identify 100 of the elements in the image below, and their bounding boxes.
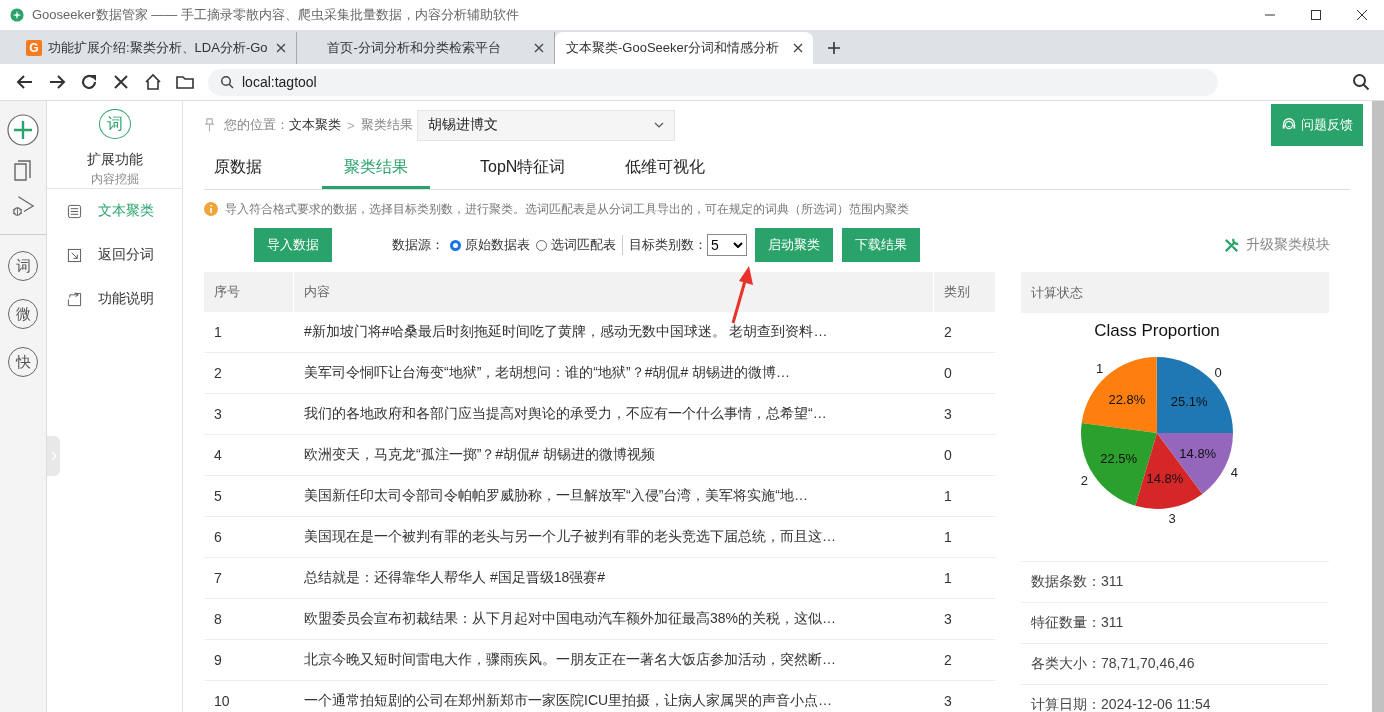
search-icon[interactable] bbox=[1352, 73, 1370, 91]
stat-text: 特征数量：311 bbox=[1021, 602, 1329, 643]
app-logo-icon bbox=[10, 8, 24, 22]
table-cell-text: 0 bbox=[943, 447, 953, 463]
tab-title: 文本聚类-GooSeeker分词和情感分析 bbox=[565, 39, 781, 57]
tab-title: 功能扩展介绍:聚类分析、LDA分析-Go bbox=[48, 39, 268, 57]
reload-icon[interactable] bbox=[80, 73, 98, 91]
breadcrumb-separator: > bbox=[347, 117, 355, 133]
source-radio[interactable]: 选词匹配表 bbox=[536, 236, 616, 254]
chart-title: Class Proportion bbox=[1094, 321, 1220, 340]
breadcrumb-link[interactable]: 文本聚类 bbox=[289, 116, 341, 134]
close-icon[interactable] bbox=[533, 43, 544, 53]
favicon-icon: G bbox=[26, 40, 42, 56]
scrollbar[interactable] bbox=[1372, 101, 1384, 712]
content-tab[interactable]: 原数据 bbox=[204, 149, 272, 189]
collapse-handle[interactable] bbox=[47, 436, 60, 476]
table-cell-text: 美国现在是一个被判有罪的老头与另一个儿子被判有罪的老头竞选下届总统，而且这… bbox=[303, 528, 837, 546]
folder-icon[interactable] bbox=[176, 73, 194, 91]
shrink-icon bbox=[67, 247, 82, 263]
sidebar-item[interactable]: 功能说明 bbox=[47, 277, 182, 321]
stat-text: 计算日期：2024-12-06 11:54 bbox=[1021, 684, 1329, 712]
source-radio[interactable]: 原始数据表 bbox=[450, 236, 530, 254]
maximize-icon[interactable] bbox=[1310, 9, 1322, 21]
content-tab[interactable]: 低维可视化 bbox=[615, 149, 716, 189]
slice-value: 14.8% bbox=[1179, 446, 1217, 462]
table-cell-text: 3 bbox=[943, 611, 953, 627]
breadcrumb-label: 您的位置： bbox=[224, 116, 289, 134]
column-header: 类别 bbox=[934, 272, 996, 312]
table-cell-text: 一个通常拍短剧的公司在郑州新郑市一家医院ICU里拍摄，让病人家属哭的声音小点… bbox=[303, 692, 834, 710]
notice-text: 导入符合格式要求的数据，选择目标类别数，进行聚类。选词匹配表是从分词工具导出的，可在规定的词典（所选词）范围内聚类 bbox=[225, 200, 909, 218]
plus-icon[interactable] bbox=[826, 41, 841, 55]
table-cell-text: 欧盟委员会宣布初裁结果：从下月起对中国电动汽车额外加征最高38%的关税，这似… bbox=[303, 610, 838, 628]
class-count-select[interactable]: 5 bbox=[707, 234, 747, 256]
table-cell-text: 我们的各地政府和各部门应当提高对舆论的承受力，不应有一个什么事情，总希望“… bbox=[303, 405, 828, 423]
table-cell-text: 3 bbox=[213, 406, 223, 422]
back-icon[interactable] bbox=[16, 73, 34, 91]
browser-tab[interactable]: 文本聚类-GooSeeker分词和情感分析 bbox=[554, 32, 813, 64]
module-title: 扩展功能 bbox=[86, 151, 143, 169]
table-cell-text: 7 bbox=[213, 570, 223, 586]
sidebar-item[interactable]: 返回分词 bbox=[47, 233, 182, 277]
slice-label: 0 bbox=[1214, 364, 1222, 380]
chevron-down-icon bbox=[733, 242, 743, 248]
address-field[interactable]: local:tagtool bbox=[208, 68, 1218, 96]
search-icon bbox=[220, 75, 234, 89]
export-icon bbox=[67, 291, 82, 307]
dataset-select[interactable]: 胡锡进博文 bbox=[416, 109, 675, 141]
table-cell-text: 10 bbox=[213, 693, 231, 709]
slice-value: 22.8% bbox=[1108, 391, 1146, 407]
table-cell-text: 1 bbox=[943, 488, 953, 504]
table-cell-text: 0 bbox=[943, 365, 953, 381]
breadcrumb-current: 聚类结果 bbox=[360, 116, 413, 134]
table-cell-text: 4 bbox=[213, 447, 223, 463]
close-icon[interactable] bbox=[275, 43, 286, 53]
add-icon[interactable] bbox=[7, 114, 39, 146]
table-cell-text: 美国新任印太司令部司令帕帕罗威胁称，一旦解放军“入侵”台湾，美军将实施“地… bbox=[303, 487, 809, 505]
info-icon bbox=[204, 202, 218, 216]
table-cell-text: 1 bbox=[213, 324, 223, 340]
slice-value: 14.8% bbox=[1146, 470, 1184, 486]
chevron-down-icon bbox=[653, 122, 664, 128]
table-cell-text: 1 bbox=[943, 570, 953, 586]
table-cell-text: #新加坡门将#哈桑最后时刻拖延时间吃了黄牌，感动无数中国球迷。 老胡查到资料… bbox=[303, 323, 829, 341]
table-cell-text: 5 bbox=[213, 488, 223, 504]
window-title: Gooseeker数据管家 —— 手工摘录零散内容、爬虫采集批量数据，内容分析辅助软件 bbox=[32, 6, 519, 24]
slice-value: 25.1% bbox=[1170, 393, 1208, 409]
table-cell-text: 2 bbox=[943, 324, 953, 340]
source-label: 数据源： bbox=[392, 236, 444, 254]
table-cell-text: 3 bbox=[943, 693, 953, 709]
home-icon[interactable] bbox=[144, 73, 162, 91]
module-subtitle: 内容挖掘 bbox=[90, 171, 139, 188]
panel-header: 计算状态 bbox=[1021, 272, 1329, 313]
content-tab[interactable]: TopN特征词 bbox=[470, 149, 576, 189]
upgrade-link[interactable]: 升级聚类模块 bbox=[1246, 236, 1330, 254]
slice-label: 4 bbox=[1230, 464, 1239, 480]
debug-play-icon[interactable] bbox=[11, 194, 35, 218]
browser-tab[interactable]: 首页-分词分析和分类检索平台 bbox=[296, 32, 555, 64]
table-cell-text: 8 bbox=[213, 611, 223, 627]
pin-icon bbox=[204, 118, 215, 132]
stop-icon[interactable] bbox=[112, 73, 130, 91]
slice-label: 3 bbox=[1168, 511, 1176, 527]
list-icon bbox=[67, 203, 82, 219]
column-header: 序号 bbox=[204, 272, 294, 312]
table-cell-text: 2 bbox=[943, 652, 953, 668]
table-cell-text: 9 bbox=[213, 652, 223, 668]
stat-text: 数据条数：311 bbox=[1021, 561, 1329, 602]
table-cell-text: 北京今晚又短时间雷电大作，骤雨疾风。一朋友正在一著名大饭店参加活动，突然断… bbox=[303, 651, 837, 669]
close-icon[interactable] bbox=[1356, 9, 1368, 21]
slice-label: 1 bbox=[1096, 361, 1104, 376]
table-cell-text: 美军司令恫吓让台海变“地狱”，老胡想问：谁的“地狱”？#胡侃# 胡锡进的微博… bbox=[303, 364, 792, 382]
table-cell-text: 欧洲变天，马克龙“孤注一掷”？#胡侃# 胡锡进的微博视频 bbox=[303, 446, 656, 464]
close-icon[interactable] bbox=[792, 43, 803, 53]
tools-icon bbox=[1223, 236, 1240, 254]
table-cell-text: 2 bbox=[213, 365, 223, 381]
forward-icon[interactable] bbox=[48, 73, 66, 91]
pointer-arrow bbox=[730, 265, 754, 325]
table-cell-text: 1 bbox=[943, 529, 953, 545]
table-cell-text: 6 bbox=[213, 529, 223, 545]
table-cell-text: 3 bbox=[943, 406, 953, 422]
browser-tab[interactable]: G 功能扩展介绍:聚类分析、LDA分析-Go bbox=[20, 32, 297, 64]
tab-title: 首页-分词分析和分类检索平台 bbox=[326, 39, 502, 57]
table-cell-text: 总结就是：还得靠华人帮华人 #国足晋级18强赛# bbox=[303, 569, 607, 587]
